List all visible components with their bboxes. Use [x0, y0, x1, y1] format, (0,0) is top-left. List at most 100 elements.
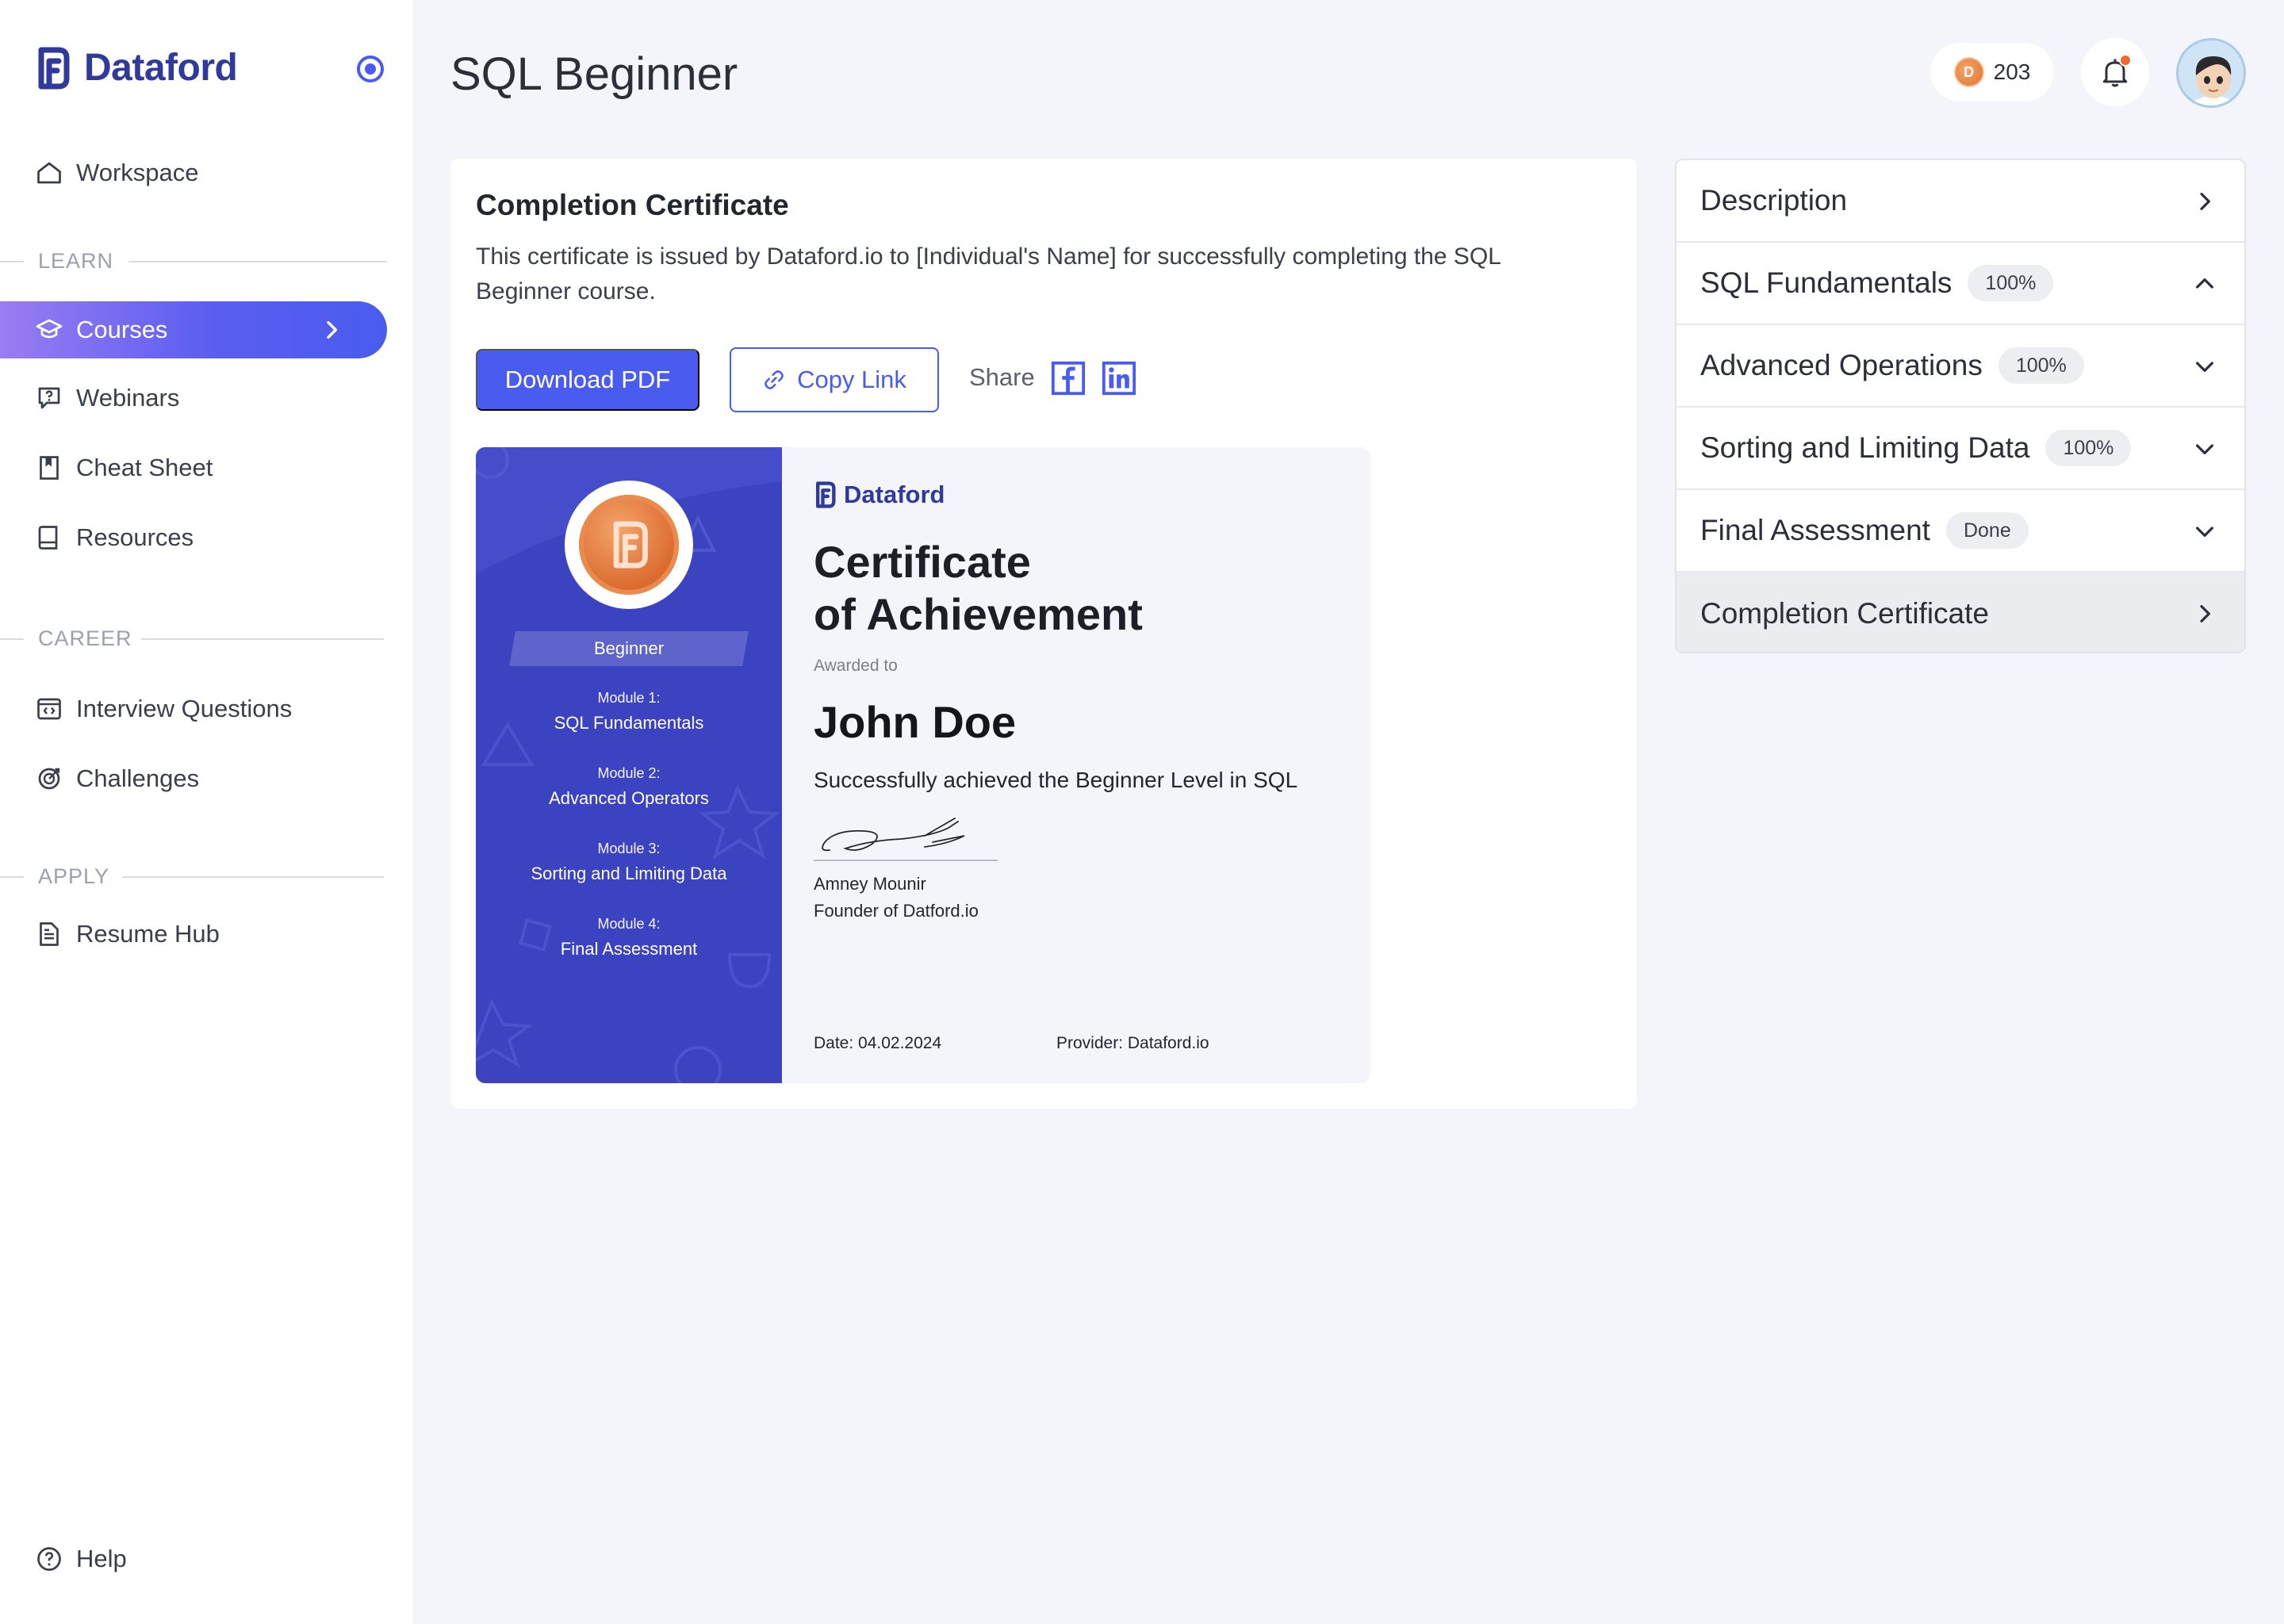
document-icon — [40, 922, 59, 946]
accordion-item-title: Advanced Operations — [1700, 349, 1983, 381]
achievement-text: Successfully achieved the Beginner Level… — [814, 768, 1298, 792]
signer-info: Amney Mounir Founder of Datford.io — [814, 871, 979, 925]
accordion-item-title: SQL Fundamentals — [1700, 266, 1953, 299]
accordion-item-description[interactable]: Description — [1677, 160, 2244, 243]
certificate-provider: Provider: Dataford.io — [1056, 1034, 1209, 1052]
module-name: Advanced Operators — [549, 788, 709, 808]
accordion-item-completion-certificate[interactable]: Completion Certificate — [1677, 573, 2244, 652]
dataford-logo-icon — [613, 521, 648, 569]
notifications-button[interactable] — [2081, 38, 2149, 106]
sidebar-item-challenges[interactable]: Challenges — [35, 755, 199, 802]
share-label: Share — [969, 363, 1035, 391]
accordion-item-title: Final Assessment — [1700, 514, 1930, 546]
card-title: Completion Certificate — [476, 189, 789, 221]
sidebar-item-label: Courses — [76, 316, 168, 343]
section-label-career: CAREER — [38, 626, 132, 650]
linkedin-icon[interactable] — [1101, 360, 1137, 396]
chat-question-icon — [38, 387, 60, 409]
module-label: Module 2: — [597, 765, 661, 781]
status-badge: Done — [1945, 512, 2029, 549]
avatar-face-icon — [2179, 40, 2244, 105]
copy-link-button[interactable]: Copy Link — [730, 347, 939, 412]
accordion-item-final-assessment[interactable]: Final Assessment Done — [1677, 490, 2244, 573]
sidebar-item-label: Interview Questions — [76, 695, 293, 722]
accordion-item-title: Description — [1700, 184, 1848, 216]
certificate-side-panel: Beginner Module 1: SQL Fundamentals Modu… — [476, 447, 782, 1083]
copy-link-label: Copy Link — [797, 366, 906, 393]
recipient-name: John Doe — [814, 697, 1017, 747]
accordion-item-title: Completion Certificate — [1700, 597, 1989, 630]
sidebar-item-label: Resources — [76, 523, 194, 551]
target-icon — [38, 768, 60, 790]
module-label: Module 4: — [597, 916, 661, 932]
coin-count: 203 — [1993, 59, 2031, 84]
home-icon — [37, 162, 61, 184]
book-icon — [38, 526, 58, 550]
chevron-up-icon — [2196, 278, 2213, 289]
link-icon — [765, 370, 784, 389]
sidebar-item-workspace[interactable]: Workspace — [35, 149, 199, 197]
avatar[interactable] — [2176, 38, 2246, 108]
certificate-card: Completion Certificate This certificate … — [450, 159, 1637, 1109]
certificate-level-banner: Beginner — [509, 631, 749, 666]
accordion-item-advanced-operations[interactable]: Advanced Operations 100% — [1677, 325, 2244, 408]
module-name: SQL Fundamentals — [554, 713, 704, 733]
signer-name: Amney Mounir — [814, 874, 926, 894]
module-label: Module 1: — [597, 690, 661, 706]
certificate-description: This certificate is issued by Dataford.i… — [476, 243, 1500, 304]
progress-badge: 100% — [1998, 347, 2084, 384]
coin-icon: D — [1953, 57, 1984, 87]
sidebar-item-webinars[interactable]: Webinars — [35, 374, 179, 422]
brand-name: Dataford — [84, 47, 238, 89]
sidebar: Dataford Workspace LEARN Courses Webinar… — [0, 0, 412, 1624]
awarded-to-label: Awarded to — [814, 657, 898, 675]
sidebar-item-resources[interactable]: Resources — [35, 514, 194, 561]
sidebar-item-cheat-sheet[interactable]: Cheat Sheet — [35, 444, 213, 492]
section-divider — [122, 876, 384, 878]
course-outline-accordion: Description SQL Fundamentals 100% Advanc… — [1675, 159, 2246, 653]
certificate-preview: Beginner Module 1: SQL Fundamentals Modu… — [476, 447, 1370, 1083]
notification-dot — [2119, 54, 2132, 67]
bookmark-icon — [40, 456, 59, 480]
signature-image — [822, 818, 965, 852]
certificate-brand: Dataford — [844, 481, 945, 508]
module-label: Module 3: — [597, 841, 661, 856]
module-name: Final Assessment — [560, 939, 698, 959]
brand-logo[interactable]: Dataford — [35, 46, 238, 90]
section-divider — [0, 261, 24, 262]
dataford-logo-icon — [815, 481, 836, 508]
chevron-down-icon — [2196, 362, 2213, 372]
signature-line — [814, 860, 998, 861]
page-title: SQL Beginner — [450, 48, 738, 100]
section-divider — [0, 638, 24, 640]
section-label-apply: APPLY — [38, 864, 110, 888]
signer-title: Founder of Datford.io — [814, 901, 979, 921]
section-divider — [141, 638, 384, 640]
module-item: Module 4: Final Assessment — [476, 916, 782, 959]
help-link[interactable]: Help — [35, 1545, 127, 1573]
chevron-right-icon — [2200, 605, 2210, 622]
section-divider — [128, 261, 387, 262]
accordion-item-title: Sorting and Limiting Data — [1700, 431, 2030, 464]
chevron-right-icon — [2200, 193, 2210, 210]
coin-balance[interactable]: D 203 — [1930, 43, 2054, 102]
accordion-item-sql-fundamentals[interactable]: SQL Fundamentals 100% — [1677, 243, 2244, 325]
chevron-down-icon — [2196, 527, 2213, 537]
accordion-item-sorting-limiting[interactable]: Sorting and Limiting Data 100% — [1677, 408, 2244, 490]
code-window-icon — [37, 698, 61, 720]
module-item: Module 2: Advanced Operators — [476, 765, 782, 809]
certificate-heading-line: Certificate — [814, 537, 1031, 587]
sidebar-item-resume-hub[interactable]: Resume Hub — [35, 910, 220, 958]
sidebar-item-courses[interactable]: Courses — [0, 301, 387, 358]
certificate-date: Date: 04.02.2024 — [814, 1034, 942, 1052]
sidebar-item-interview-questions[interactable]: Interview Questions — [35, 685, 292, 733]
dataford-coin-icon — [579, 495, 679, 595]
section-divider — [0, 876, 24, 878]
download-pdf-button[interactable]: Download PDF — [476, 349, 699, 411]
facebook-icon[interactable] — [1050, 360, 1086, 396]
help-label: Help — [76, 1545, 127, 1572]
sidebar-toggle-button[interactable] — [357, 56, 384, 82]
progress-badge: 100% — [2045, 430, 2132, 466]
sidebar-item-label: Workspace — [76, 159, 199, 186]
certificate-heading: Certificate of Achievement — [814, 536, 1143, 641]
